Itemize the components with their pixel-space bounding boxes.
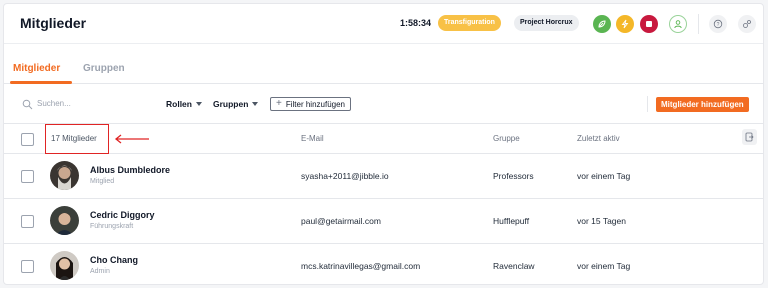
member-email: paul@getairmail.com <box>301 216 381 226</box>
row-checkbox[interactable] <box>21 260 34 273</box>
add-members-button[interactable]: Mitglieder hinzufügen <box>656 97 749 112</box>
avatar <box>50 251 79 280</box>
chevron-down-icon <box>252 102 259 106</box>
member-group: Professors <box>493 171 534 181</box>
page-title: Mitglieder <box>20 15 87 31</box>
member-name[interactable]: Cedric Diggory <box>90 210 155 220</box>
row-checkbox[interactable] <box>21 215 34 228</box>
table-row[interactable]: Albus Dumbledore Mitglied syasha+2011@ji… <box>4 154 763 199</box>
timer-display: 1:58:34 <box>400 18 432 28</box>
member-email: mcs.katrinavillegas@gmail.com <box>301 261 421 271</box>
app-window: Mitglieder 1:58:34 Transfiguration Proje… <box>3 3 764 285</box>
row-checkbox[interactable] <box>21 170 34 183</box>
lightning-icon[interactable] <box>616 15 634 33</box>
column-last-active[interactable]: Zuletzt aktiv <box>577 134 620 143</box>
stop-icon[interactable] <box>640 15 658 33</box>
member-role: Admin <box>90 268 110 275</box>
help-icon[interactable]: ? <box>709 15 727 33</box>
table-row[interactable]: Cedric Diggory Führungskraft paul@getair… <box>4 199 763 244</box>
groups-dropdown-label: Gruppen <box>213 99 249 109</box>
column-group[interactable]: Gruppe <box>493 134 520 143</box>
export-icon[interactable] <box>742 129 757 145</box>
table-row[interactable]: Cho Chang Admin mcs.katrinavillegas@gmai… <box>4 244 763 284</box>
settings-icon[interactable] <box>738 15 756 33</box>
add-filter-button[interactable]: + Filter hinzufügen <box>270 97 351 111</box>
avatar <box>50 161 79 190</box>
user-icon[interactable] <box>669 15 687 33</box>
select-all-checkbox[interactable] <box>21 133 34 146</box>
roles-dropdown-label: Rollen <box>166 99 192 109</box>
member-last-active: vor einem Tag <box>577 261 631 271</box>
leaf-icon[interactable] <box>593 15 611 33</box>
table-header: 17 Mitglieder E-Mail Gruppe Zuletzt akti… <box>4 124 763 154</box>
search-icon <box>22 99 33 110</box>
member-role: Mitglied <box>90 178 115 185</box>
tab-gruppen[interactable]: Gruppen <box>83 63 125 74</box>
header-divider <box>698 14 699 34</box>
column-email[interactable]: E-Mail <box>301 134 324 143</box>
toolbar-divider <box>647 96 648 112</box>
tab-bar: Mitglieder Gruppen <box>4 44 763 84</box>
tab-mitglieder[interactable]: Mitglieder <box>13 63 60 74</box>
svg-text:?: ? <box>717 22 720 28</box>
plus-icon: + <box>276 98 282 109</box>
member-group: Ravenclaw <box>493 261 535 271</box>
member-name[interactable]: Albus Dumbledore <box>90 165 170 175</box>
avatar <box>50 206 79 235</box>
activity-tag[interactable]: Transfiguration <box>438 15 501 31</box>
member-email: syasha+2011@jibble.io <box>301 171 389 181</box>
member-last-active: vor einem Tag <box>577 171 631 181</box>
top-bar: Mitglieder 1:58:34 Transfiguration Proje… <box>4 4 763 44</box>
member-count: 17 Mitglieder <box>51 134 97 143</box>
chevron-down-icon <box>195 102 202 106</box>
member-group: Hufflepuff <box>493 216 530 226</box>
groups-dropdown[interactable]: Gruppen <box>213 99 259 109</box>
member-name[interactable]: Cho Chang <box>90 255 138 265</box>
arrow-annotation-icon <box>114 134 149 144</box>
filter-toolbar: Suchen... Rollen Gruppen + Filter hinzuf… <box>4 84 763 124</box>
member-last-active: vor 15 Tagen <box>577 216 626 226</box>
roles-dropdown[interactable]: Rollen <box>166 99 202 109</box>
project-tag[interactable]: Project Horcrux <box>514 15 579 31</box>
search-input[interactable]: Suchen... <box>37 99 71 108</box>
member-role: Führungskraft <box>90 223 134 230</box>
add-filter-label: Filter hinzufügen <box>285 99 345 109</box>
